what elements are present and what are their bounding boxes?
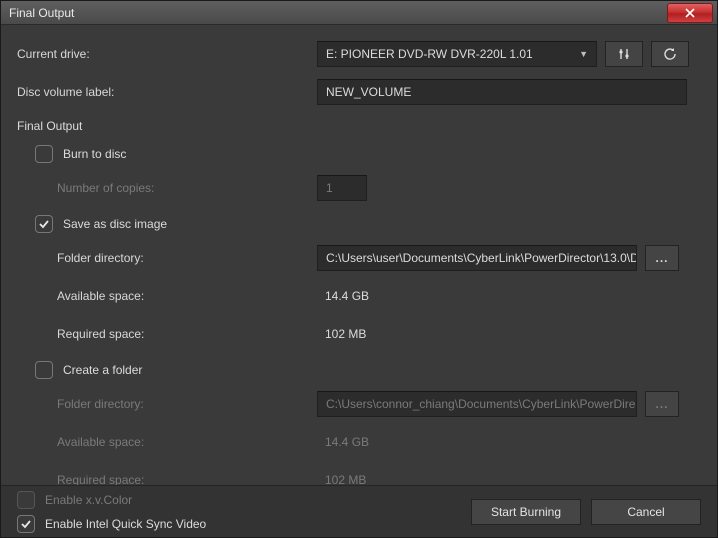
window-title: Final Output bbox=[9, 6, 74, 20]
save-disc-image-label: Save as disc image bbox=[63, 217, 167, 231]
folder-avail-value: 14.4 GB bbox=[317, 435, 369, 449]
xvcolor-checkbox bbox=[17, 491, 35, 509]
image-folder-browse-button[interactable]: ... bbox=[645, 245, 679, 271]
current-drive-value: E: PIONEER DVD-RW DVR-220L 1.01 bbox=[326, 47, 533, 61]
image-folder-label: Folder directory: bbox=[17, 251, 317, 265]
refresh-drive-button[interactable] bbox=[651, 41, 689, 67]
ellipsis-icon: ... bbox=[655, 397, 668, 411]
xvcolor-label: Enable x.v.Color bbox=[45, 493, 132, 507]
current-drive-dropdown[interactable]: E: PIONEER DVD-RW DVR-220L 1.01 ▼ bbox=[317, 41, 597, 67]
image-avail-label: Available space: bbox=[17, 289, 317, 303]
check-icon bbox=[20, 518, 32, 530]
volume-label-label: Disc volume label: bbox=[17, 85, 317, 99]
ellipsis-icon: ... bbox=[655, 251, 668, 265]
check-icon bbox=[38, 218, 50, 230]
create-folder-checkbox[interactable] bbox=[35, 361, 53, 379]
folder-req-label: Required space: bbox=[17, 473, 317, 485]
current-drive-label: Current drive: bbox=[17, 47, 317, 61]
refresh-icon bbox=[663, 47, 677, 61]
copies-label: Number of copies: bbox=[17, 181, 317, 195]
dialog-content: Current drive: E: PIONEER DVD-RW DVR-220… bbox=[1, 25, 717, 485]
chevron-down-icon: ▼ bbox=[579, 49, 588, 59]
quicksync-label: Enable Intel Quick Sync Video bbox=[45, 517, 206, 531]
start-burning-button[interactable]: Start Burning bbox=[471, 499, 581, 525]
copies-input: 1 bbox=[317, 175, 367, 201]
folder-req-value: 102 MB bbox=[317, 473, 366, 485]
image-folder-input[interactable]: C:\Users\user\Documents\CyberLink\PowerD… bbox=[317, 245, 637, 271]
image-req-label: Required space: bbox=[17, 327, 317, 341]
cancel-button[interactable]: Cancel bbox=[591, 499, 701, 525]
image-req-value: 102 MB bbox=[317, 327, 366, 341]
burn-to-disc-label: Burn to disc bbox=[63, 147, 126, 161]
folder-dir-label: Folder directory: bbox=[17, 397, 317, 411]
final-output-section-title: Final Output bbox=[17, 119, 701, 133]
save-disc-image-checkbox[interactable] bbox=[35, 215, 53, 233]
close-icon bbox=[685, 8, 695, 18]
folder-avail-label: Available space: bbox=[17, 435, 317, 449]
volume-label-input[interactable]: NEW_VOLUME bbox=[317, 79, 687, 105]
dialog-footer: Enable x.v.Color Enable Intel Quick Sync… bbox=[1, 485, 717, 537]
close-button[interactable] bbox=[667, 3, 713, 23]
titlebar: Final Output bbox=[1, 1, 717, 25]
quicksync-checkbox[interactable] bbox=[17, 515, 35, 533]
burn-to-disc-checkbox[interactable] bbox=[35, 145, 53, 163]
image-avail-value: 14.4 GB bbox=[317, 289, 369, 303]
final-output-dialog: Final Output Current drive: E: PIONEER D… bbox=[0, 0, 718, 538]
drive-settings-button[interactable] bbox=[605, 41, 643, 67]
folder-dir-browse-button: ... bbox=[645, 391, 679, 417]
folder-dir-input: C:\Users\connor_chiang\Documents\CyberLi… bbox=[317, 391, 637, 417]
create-folder-label: Create a folder bbox=[63, 363, 142, 377]
sliders-icon bbox=[617, 47, 631, 61]
